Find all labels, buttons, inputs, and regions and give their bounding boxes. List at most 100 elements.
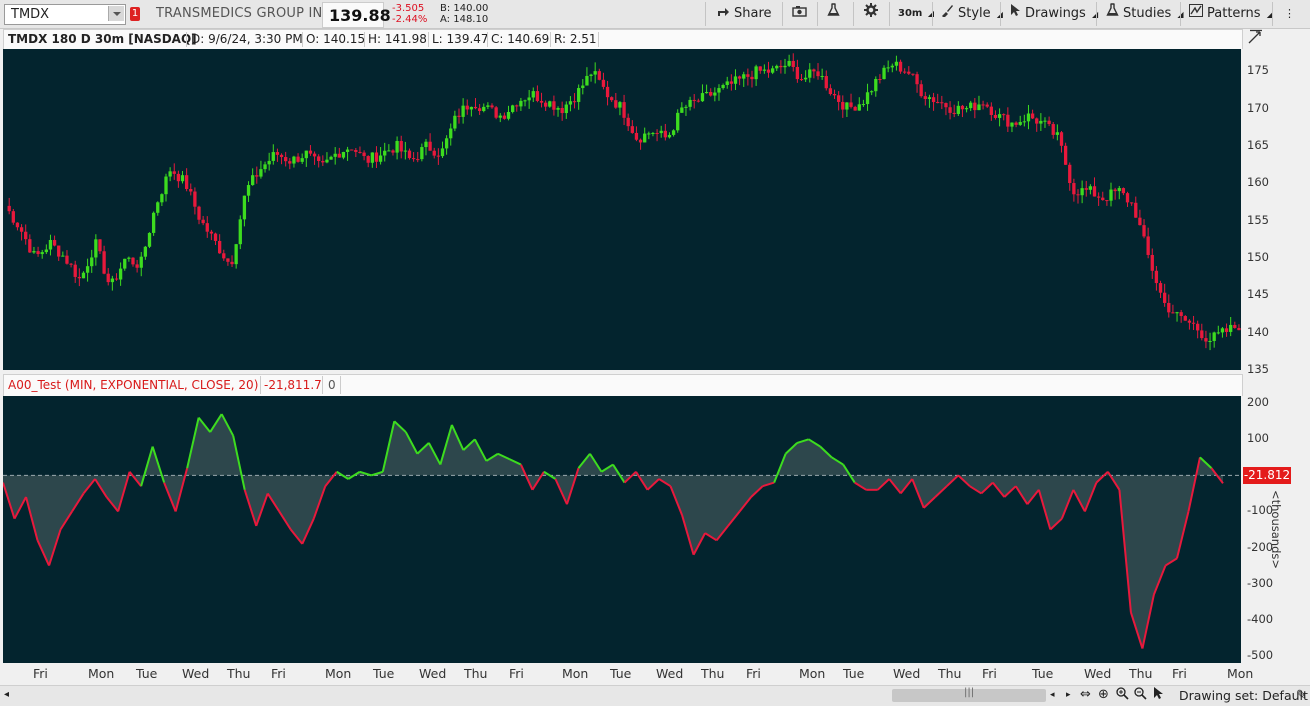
cursor-arrow-icon xyxy=(1010,2,1021,26)
candle-body xyxy=(1080,188,1084,196)
price-candlestick-chart[interactable] xyxy=(3,49,1241,370)
candle-body xyxy=(156,202,160,213)
candle-body xyxy=(1088,186,1093,190)
drawing-set-label[interactable]: Drawing set: Default xyxy=(1179,688,1308,703)
candle-body xyxy=(977,104,981,111)
alert-badge[interactable]: 1 xyxy=(130,7,140,21)
candle-body xyxy=(1068,164,1072,184)
bar-low: L: 139.47 xyxy=(432,32,489,46)
divider xyxy=(340,376,341,394)
divider xyxy=(598,32,599,47)
candle-body xyxy=(597,71,601,80)
candle-body xyxy=(618,102,622,108)
candle-body xyxy=(1076,194,1080,196)
candle-body xyxy=(572,101,577,103)
candle-body xyxy=(585,75,589,86)
chevron-down-icon[interactable] xyxy=(108,6,124,21)
thinkscript-lab-button[interactable] xyxy=(827,2,844,26)
scroll-left-icon[interactable]: ◂ xyxy=(4,689,9,700)
time-axis[interactable]: Fri Mon Tue Wed Thu Fri Mon Tue Wed Thu Fri Mon Tue W… xyxy=(3,664,1253,684)
patterns-button[interactable]: Patterns ◢ xyxy=(1189,2,1273,26)
candle-body xyxy=(24,231,28,240)
candle-body xyxy=(647,133,651,135)
horizontal-scrollbar-thumb[interactable]: ||| xyxy=(892,687,1046,702)
studies-button[interactable]: Studies ◢ xyxy=(1106,2,1184,26)
snapshot-button[interactable] xyxy=(792,2,811,26)
share-icon xyxy=(716,2,730,26)
candle-body xyxy=(127,257,131,259)
candle-body xyxy=(486,105,490,107)
candle-body xyxy=(1030,113,1035,119)
symbol-text[interactable]: TMDX xyxy=(11,7,49,22)
candle-body xyxy=(832,94,837,96)
candle-body xyxy=(473,106,478,109)
bar-high: H: 141.98 xyxy=(368,32,427,46)
style-button[interactable]: Style ◢ xyxy=(941,2,1003,26)
candle-body xyxy=(1018,122,1022,125)
candle-body xyxy=(28,239,32,253)
divider xyxy=(487,32,488,47)
indicator-name[interactable]: A00_Test (MIN, EXPONENTIAL, CLOSE, 20) xyxy=(8,378,258,392)
candle-body xyxy=(564,104,568,114)
candle-body xyxy=(1092,186,1097,197)
candle-body xyxy=(201,219,205,224)
candle-body xyxy=(779,65,783,68)
candle-body xyxy=(407,150,412,159)
candle-body xyxy=(1179,312,1183,317)
indicator-area-chart[interactable] xyxy=(2,396,1241,663)
expand-horizontal-icon[interactable]: ⇔ xyxy=(1080,687,1091,702)
candle-body xyxy=(1109,189,1113,201)
time-tick-label: Wed xyxy=(419,666,447,681)
candle-body xyxy=(90,257,94,267)
candle-body xyxy=(1196,323,1200,331)
candle-body xyxy=(828,88,833,95)
pen-icon[interactable]: ✎ xyxy=(1296,688,1307,703)
candle-body xyxy=(775,65,779,69)
settings-button[interactable] xyxy=(864,2,882,26)
scroll-left-small-icon[interactable]: ◂ xyxy=(1050,690,1055,700)
timeframe-button[interactable]: 30m ◢ xyxy=(898,2,934,26)
candle-body xyxy=(766,69,771,73)
indicator-pane[interactable] xyxy=(2,396,1241,663)
candle-body xyxy=(907,71,911,74)
more-menu-button[interactable]: ⋮ xyxy=(1284,2,1295,26)
candle-body xyxy=(696,100,700,102)
symbol-selector[interactable]: TMDX xyxy=(4,4,126,25)
time-tick-label: Tue xyxy=(610,666,632,681)
candle-body xyxy=(325,159,329,163)
candle-body xyxy=(94,239,98,258)
candle-body xyxy=(61,255,65,257)
share-button[interactable]: Share xyxy=(716,2,772,26)
zoom-out-icon[interactable] xyxy=(1134,687,1147,704)
candle-body xyxy=(370,152,374,163)
candle-body xyxy=(444,138,449,149)
zoom-in-icon[interactable] xyxy=(1116,687,1129,704)
candle-body xyxy=(482,106,486,111)
candle-body xyxy=(754,66,758,80)
price-chart-pane[interactable] xyxy=(3,49,1241,370)
cursor-arrow-icon[interactable] xyxy=(1153,687,1164,704)
candle-body xyxy=(700,93,705,102)
candle-body xyxy=(643,133,647,143)
price-axis[interactable]: 135 140 145 150 155 160 165 170 175 xyxy=(1241,49,1310,376)
candle-body xyxy=(758,66,762,71)
candle-body xyxy=(246,185,251,196)
candle-body xyxy=(1035,118,1039,124)
candle-body xyxy=(341,151,346,158)
candle-body xyxy=(57,245,61,257)
candle-body xyxy=(993,114,998,118)
expand-chart-icon[interactable] xyxy=(1248,29,1264,49)
crosshair-icon[interactable]: ⊕ xyxy=(1098,687,1109,702)
candle-body xyxy=(337,153,341,158)
divider xyxy=(322,376,323,394)
candle-body xyxy=(358,151,362,153)
candle-body xyxy=(667,134,672,138)
drawings-button[interactable]: Drawings ◢ xyxy=(1010,2,1098,26)
time-tick-label: Fri xyxy=(746,666,761,681)
candle-body xyxy=(742,74,746,79)
candle-body xyxy=(160,194,164,203)
candle-body xyxy=(251,175,255,186)
time-tick-label: Mon xyxy=(562,666,589,681)
candle-body xyxy=(77,276,81,279)
scroll-right-small-icon[interactable]: ▸ xyxy=(1066,690,1071,700)
